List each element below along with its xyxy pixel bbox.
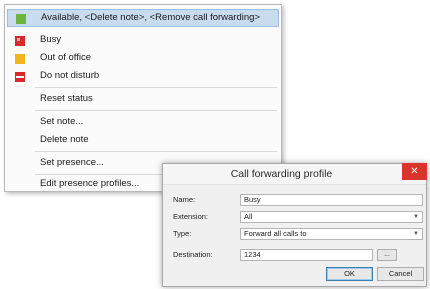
menu-item-available[interactable]: Available, <Delete note>, <Remove call f… xyxy=(7,9,279,27)
browse-button[interactable]: ... xyxy=(377,249,397,261)
cancel-button[interactable]: Cancel xyxy=(377,267,424,281)
name-value: Busy xyxy=(244,195,261,204)
menu-item-label: Out of office xyxy=(40,52,92,63)
type-select[interactable]: Forward all calls to ▼ xyxy=(240,228,423,240)
call-forwarding-dialog: Call forwarding profile ✕ Name: Busy Ext… xyxy=(162,163,427,287)
menu-item-reset-status[interactable]: Reset status xyxy=(7,90,279,108)
menu-item-label: Delete note xyxy=(40,134,89,145)
menu-item-label: Busy xyxy=(40,34,62,45)
type-value: Forward all calls to xyxy=(244,229,307,238)
menu-item-label: Set presence... xyxy=(40,157,104,168)
close-icon: ✕ xyxy=(410,166,419,177)
busy-status-icon xyxy=(15,35,25,46)
type-label: Type: xyxy=(173,229,192,238)
menu-item-do-not-disturb[interactable]: Do not disturb xyxy=(7,67,279,85)
extension-value: All xyxy=(244,212,253,221)
menu-separator xyxy=(35,87,277,88)
extension-select[interactable]: All ▼ xyxy=(240,211,423,223)
menu-item-label: Set note... xyxy=(40,116,84,127)
menu-item-label: Reset status xyxy=(40,93,93,104)
destination-input[interactable]: 1234 xyxy=(240,249,373,261)
menu-item-label: Available, <Delete note>, <Remove call f… xyxy=(41,12,260,23)
menu-item-label: Edit presence profiles... xyxy=(40,178,140,189)
menu-item-set-note[interactable]: Set note... xyxy=(7,113,279,131)
name-input[interactable]: Busy xyxy=(240,194,423,206)
do-not-disturb-status-icon xyxy=(15,71,25,82)
menu-item-delete-note[interactable]: Delete note xyxy=(7,131,279,149)
menu-separator xyxy=(35,110,277,111)
dialog-titlebar[interactable]: Call forwarding profile ✕ xyxy=(163,163,427,185)
available-status-icon xyxy=(16,14,26,24)
menu-item-label: Do not disturb xyxy=(40,70,100,81)
ok-button[interactable]: OK xyxy=(326,267,373,281)
menu-item-busy[interactable]: Busy xyxy=(7,31,279,49)
chevron-down-icon: ▼ xyxy=(413,231,419,237)
out-of-office-status-icon xyxy=(15,53,25,64)
chevron-down-icon: ▼ xyxy=(413,214,419,220)
destination-label: Destination: xyxy=(173,250,213,259)
name-label: Name: xyxy=(173,195,196,204)
close-button[interactable]: ✕ xyxy=(402,163,427,180)
dialog-title: Call forwarding profile xyxy=(230,168,333,180)
menu-separator xyxy=(35,151,277,152)
extension-label: Extension: xyxy=(173,212,209,221)
menu-item-out-of-office[interactable]: Out of office xyxy=(7,49,279,67)
destination-value: 1234 xyxy=(244,250,261,259)
